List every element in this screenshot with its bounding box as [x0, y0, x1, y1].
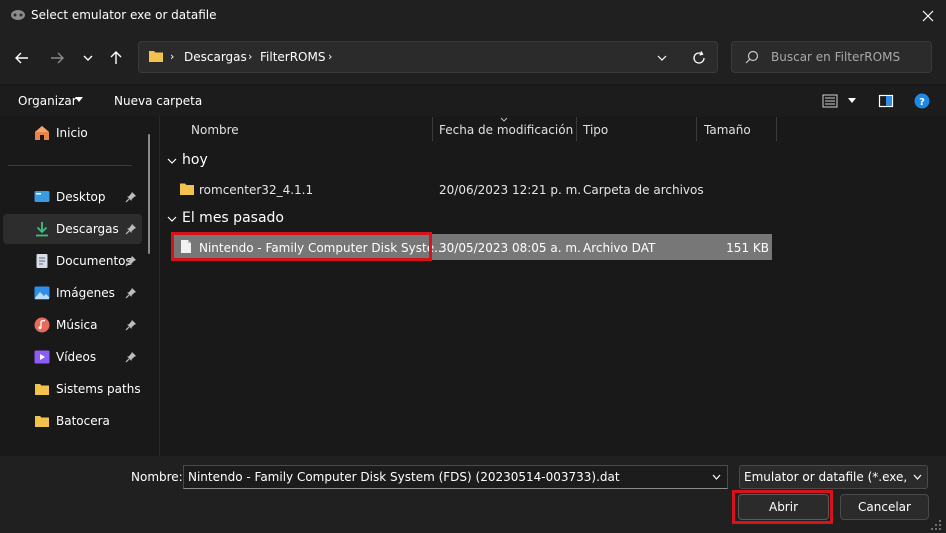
annotation-highlight-file: [171, 232, 432, 261]
column-header-type[interactable]: Tipo: [583, 123, 608, 137]
svg-text:?: ?: [919, 97, 925, 108]
arrow-up-icon: [110, 51, 122, 64]
desktop-icon: [34, 191, 50, 202]
file-name: romcenter32_4.1.1: [199, 183, 314, 197]
breadcrumb-item[interactable]: Descargas: [184, 50, 247, 64]
column-divider[interactable]: [696, 117, 697, 141]
forward-button[interactable]: [44, 45, 70, 71]
sort-indicator-icon: [500, 117, 508, 122]
filename-input[interactable]: [183, 465, 728, 489]
pin-icon: [125, 224, 136, 235]
column-divider[interactable]: [576, 117, 577, 141]
pin-icon: [125, 320, 136, 331]
video-icon: [34, 350, 50, 364]
close-button[interactable]: [912, 2, 944, 30]
caret-down-icon[interactable]: [848, 98, 856, 104]
pin-icon: [125, 256, 136, 267]
column-header-modified[interactable]: Fecha de modificación: [439, 123, 573, 137]
sidebar-item-label: Sistems paths and: [56, 382, 140, 396]
file-type: Carpeta de archivos: [583, 183, 704, 197]
home-icon: [35, 126, 49, 140]
caret-down-icon: [75, 97, 83, 102]
folder-icon: [35, 384, 49, 395]
organize-button[interactable]: Organizar: [18, 94, 77, 108]
column-divider[interactable]: [432, 117, 433, 141]
app-icon: [11, 10, 25, 20]
sidebar-scrollbar[interactable]: [148, 134, 150, 254]
image-icon: [34, 286, 50, 300]
refresh-button[interactable]: [688, 47, 710, 69]
breadcrumb-separator: ›: [170, 50, 175, 63]
sidebar-divider: [8, 165, 132, 166]
folder-icon: [149, 51, 163, 62]
up-button[interactable]: [103, 45, 129, 71]
sidebar-item-label: Inicio: [56, 126, 88, 140]
resize-grip-icon[interactable]: [930, 519, 942, 531]
back-button[interactable]: [9, 45, 35, 71]
chevron-down-icon: [83, 55, 93, 61]
pane-divider: [159, 116, 160, 456]
close-icon: [922, 10, 934, 22]
group-header-today[interactable]: hoy: [182, 152, 208, 168]
breadcrumb-item[interactable]: FilterROMS: [260, 50, 325, 64]
recent-locations-button[interactable]: [75, 45, 101, 71]
search-input[interactable]: [771, 50, 921, 64]
sidebar-item-label: Batocera: [56, 414, 110, 428]
file-type-filter-value: Emulator or datafile (*.exe, *.dat): [744, 470, 910, 484]
file-modified: 30/05/2023 08:05 a. m.: [439, 241, 581, 255]
folder-icon: [180, 183, 194, 195]
help-icon[interactable]: ?: [914, 93, 930, 109]
folder-icon: [35, 416, 49, 427]
file-type: Archivo DAT: [583, 241, 656, 255]
document-icon: [36, 254, 48, 268]
annotation-highlight-open: [732, 490, 833, 524]
chevron-down-icon: [657, 55, 667, 61]
group-header-last-month[interactable]: El mes pasado: [182, 210, 284, 226]
cancel-button[interactable]: Cancelar: [840, 494, 929, 520]
column-divider[interactable]: [776, 117, 777, 141]
window-title: Select emulator exe or datafile: [31, 8, 217, 22]
download-icon: [36, 222, 48, 237]
file-size: 151 KB: [726, 241, 769, 255]
search-icon: [745, 50, 759, 64]
arrow-right-icon: [51, 52, 64, 64]
chevron-down-icon[interactable]: [167, 157, 177, 165]
pin-icon: [125, 352, 136, 363]
filename-label: Nombre:: [131, 470, 183, 484]
arrow-left-icon: [15, 52, 28, 64]
file-modified: 20/06/2023 12:21 p. m.: [439, 183, 582, 197]
address-history-dropdown[interactable]: [652, 49, 672, 67]
breadcrumb-separator: ›: [328, 50, 333, 63]
pin-icon: [125, 192, 136, 203]
details-view-icon[interactable]: [822, 93, 838, 109]
chevron-down-icon[interactable]: [167, 215, 177, 223]
column-header-name[interactable]: Nombre: [191, 123, 239, 137]
refresh-icon: [693, 51, 705, 64]
chevron-down-icon[interactable]: [913, 474, 922, 480]
chevron-down-icon[interactable]: [712, 474, 721, 480]
preview-pane-icon[interactable]: [878, 93, 894, 109]
pin-icon: [125, 288, 136, 299]
column-header-size[interactable]: Tamaño: [704, 123, 751, 137]
music-icon: [34, 317, 50, 333]
new-folder-button[interactable]: Nueva carpeta: [114, 94, 202, 108]
breadcrumb-separator: ›: [248, 50, 253, 63]
